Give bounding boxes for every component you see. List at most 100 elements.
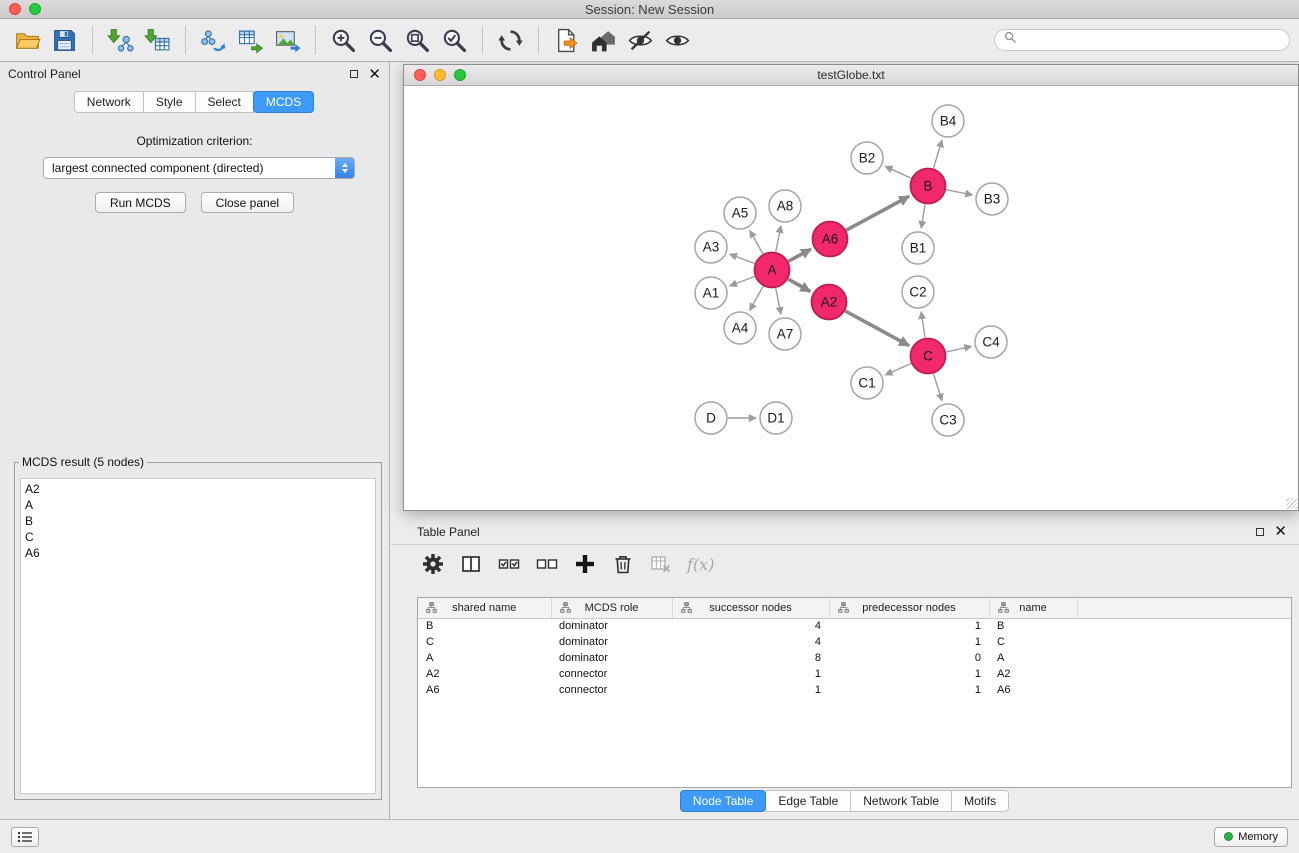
refresh-layout-button[interactable] — [492, 22, 529, 59]
cell[interactable]: C — [418, 634, 551, 650]
edge-A-A6[interactable] — [788, 249, 811, 261]
edge-A-A2[interactable] — [788, 279, 810, 291]
node-A[interactable]: A — [755, 253, 790, 288]
tab-network[interactable]: Network — [74, 91, 144, 113]
node-A8[interactable]: A8 — [769, 190, 801, 222]
close-window-button[interactable] — [9, 3, 21, 15]
import-table-button[interactable] — [139, 22, 176, 59]
cell[interactable]: dominator — [551, 634, 672, 650]
cell[interactable]: 1 — [672, 682, 829, 698]
network-canvas[interactable]: B4B2BB3A5A8A6B1A3AC2A1A2A4A7C4CC1C3DD1 — [404, 86, 1298, 510]
node-B[interactable]: B — [911, 169, 946, 204]
network-minimize-button[interactable] — [434, 69, 446, 81]
network-close-button[interactable] — [414, 69, 426, 81]
zoom-window-button[interactable] — [29, 3, 41, 15]
node-A6[interactable]: A6 — [813, 222, 848, 257]
resize-grip[interactable] — [1286, 498, 1297, 509]
node-B4[interactable]: B4 — [932, 105, 964, 137]
edge-C-C4[interactable] — [946, 346, 971, 352]
hide-details-button[interactable] — [622, 22, 659, 59]
close-table-panel-icon[interactable]: ✕ — [1274, 524, 1287, 539]
edge-A-A5[interactable] — [750, 230, 763, 254]
float-panel-icon[interactable] — [350, 70, 358, 78]
node-C[interactable]: C — [911, 339, 946, 374]
mcds-result-item[interactable]: A — [25, 497, 371, 513]
cell[interactable]: 1 — [829, 634, 989, 650]
mcds-result-item[interactable]: B — [25, 513, 371, 529]
save-session-button[interactable] — [46, 22, 83, 59]
mcds-result-item[interactable]: A2 — [25, 481, 371, 497]
edge-C-C3[interactable] — [934, 374, 943, 401]
task-history-button[interactable] — [11, 827, 39, 847]
table-row[interactable]: A2connector11A2 — [418, 666, 1291, 682]
table-row[interactable]: Adominator80A — [418, 650, 1291, 666]
edge-B-B2[interactable] — [885, 166, 911, 178]
tab-style[interactable]: Style — [143, 91, 196, 113]
cell[interactable]: B — [989, 618, 1077, 634]
tab-mcds[interactable]: MCDS — [253, 91, 314, 113]
column-header-shared-name[interactable]: shared name — [418, 598, 551, 618]
node-C3[interactable]: C3 — [932, 404, 964, 436]
document-arrow-button[interactable] — [548, 22, 585, 59]
node-C1[interactable]: C1 — [851, 367, 883, 399]
tab-network-table[interactable]: Network Table — [850, 790, 952, 812]
cell[interactable]: connector — [551, 666, 672, 682]
delete-column-button[interactable] — [611, 552, 635, 576]
open-folder-button[interactable] — [9, 22, 46, 59]
zoom-selected-button[interactable] — [436, 22, 473, 59]
cell[interactable]: 1 — [829, 618, 989, 634]
table-row[interactable]: A6connector11A6 — [418, 682, 1291, 698]
delete-table-button[interactable] — [649, 552, 673, 576]
tab-node-table[interactable]: Node Table — [680, 790, 767, 812]
edge-B-B4[interactable] — [933, 140, 942, 168]
node-B2[interactable]: B2 — [851, 142, 883, 174]
close-panel-button[interactable]: Close panel — [201, 192, 294, 213]
edge-A2-C[interactable] — [845, 311, 909, 346]
float-table-panel-icon[interactable] — [1256, 528, 1264, 536]
node-C2[interactable]: C2 — [902, 276, 934, 308]
tab-edge-table[interactable]: Edge Table — [765, 790, 851, 812]
cell[interactable]: dominator — [551, 650, 672, 666]
network-window-titlebar[interactable]: testGlobe.txt — [404, 65, 1298, 86]
column-header-name[interactable]: name — [989, 598, 1077, 618]
tab-motifs[interactable]: Motifs — [951, 790, 1009, 812]
cell[interactable]: B — [418, 618, 551, 634]
toggle-columns-button[interactable] — [459, 552, 483, 576]
zoom-out-button[interactable] — [362, 22, 399, 59]
node-B1[interactable]: B1 — [902, 232, 934, 264]
search-box[interactable] — [994, 29, 1290, 51]
cell[interactable]: 1 — [829, 666, 989, 682]
cell[interactable]: A6 — [418, 682, 551, 698]
cell[interactable]: C — [989, 634, 1077, 650]
zoom-fit-button[interactable] — [399, 22, 436, 59]
gear-settings-button[interactable] — [421, 552, 445, 576]
edge-A-A3[interactable] — [730, 254, 755, 263]
criterion-dropdown[interactable]: largest connected component (directed) — [43, 157, 355, 179]
export-table-button[interactable] — [232, 22, 269, 59]
import-network-button[interactable] — [102, 22, 139, 59]
node-A4[interactable]: A4 — [724, 312, 756, 344]
edge-A-A8[interactable] — [776, 226, 781, 252]
node-B3[interactable]: B3 — [976, 183, 1008, 215]
cell[interactable]: A2 — [989, 666, 1077, 682]
cell[interactable]: connector — [551, 682, 672, 698]
node-A2[interactable]: A2 — [812, 285, 847, 320]
node-table[interactable]: shared nameMCDS rolesuccessor nodesprede… — [417, 597, 1292, 788]
cell[interactable]: 0 — [829, 650, 989, 666]
close-panel-icon[interactable]: ✕ — [368, 67, 381, 82]
edge-B-B1[interactable] — [921, 204, 925, 228]
column-header-successor-nodes[interactable]: successor nodes — [672, 598, 829, 618]
mcds-result-list[interactable]: A2ABCA6 — [20, 478, 376, 794]
edge-B-B3[interactable] — [946, 190, 972, 195]
first-neighbors-button[interactable] — [585, 22, 622, 59]
node-A7[interactable]: A7 — [769, 318, 801, 350]
column-header-predecessor-nodes[interactable]: predecessor nodes — [829, 598, 989, 618]
node-table-grid[interactable]: shared nameMCDS rolesuccessor nodesprede… — [418, 598, 1291, 698]
table-row[interactable]: Bdominator41B — [418, 618, 1291, 634]
edge-C-C1[interactable] — [885, 364, 911, 375]
cell[interactable]: 4 — [672, 634, 829, 650]
cell[interactable]: 4 — [672, 618, 829, 634]
export-image-button[interactable] — [269, 22, 306, 59]
node-A5[interactable]: A5 — [724, 197, 756, 229]
deselect-all-button[interactable] — [535, 552, 559, 576]
